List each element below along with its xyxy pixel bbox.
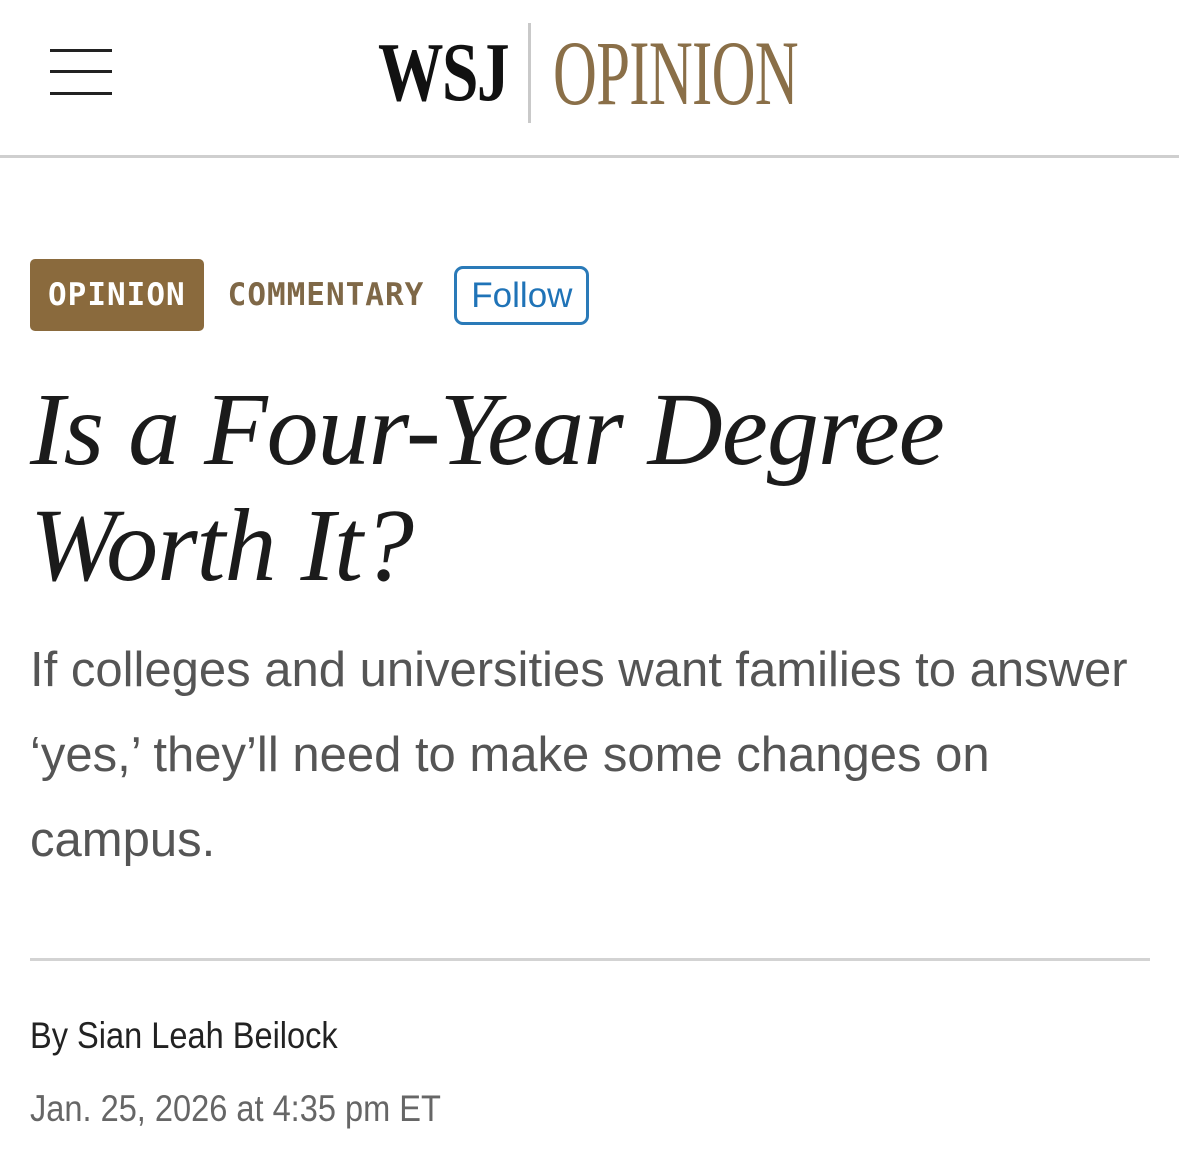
divider (30, 958, 1150, 961)
menu-bar (50, 49, 112, 52)
menu-bar (50, 92, 112, 95)
menu-bar (50, 70, 112, 73)
logo-divider (528, 23, 531, 123)
byline-prefix: By (30, 1015, 78, 1056)
commentary-category-link[interactable]: COMMENTARY (228, 277, 425, 313)
article-dek: If colleges and universities want famili… (30, 643, 1128, 867)
article-headline: Is a Four-Year Degree Worth It? (30, 372, 945, 603)
author-link[interactable]: Sian Leah Beilock (77, 1015, 338, 1056)
publish-date: Jan. 25, 2026 at 4:35 pm ET (30, 1088, 441, 1129)
site-header: WSJ OPINION (0, 0, 1179, 158)
logo-wsj: WSJ (378, 26, 510, 119)
article-tags: OPINION COMMENTARY Follow (30, 259, 590, 331)
wsj-opinion-logo[interactable]: WSJ OPINION (378, 22, 823, 124)
byline: By Sian Leah Beilock (30, 1015, 338, 1057)
logo-opinion: OPINION (553, 22, 799, 124)
hamburger-menu-icon[interactable] (50, 45, 112, 101)
follow-button[interactable]: Follow (454, 265, 590, 325)
opinion-tag[interactable]: OPINION (30, 259, 204, 331)
